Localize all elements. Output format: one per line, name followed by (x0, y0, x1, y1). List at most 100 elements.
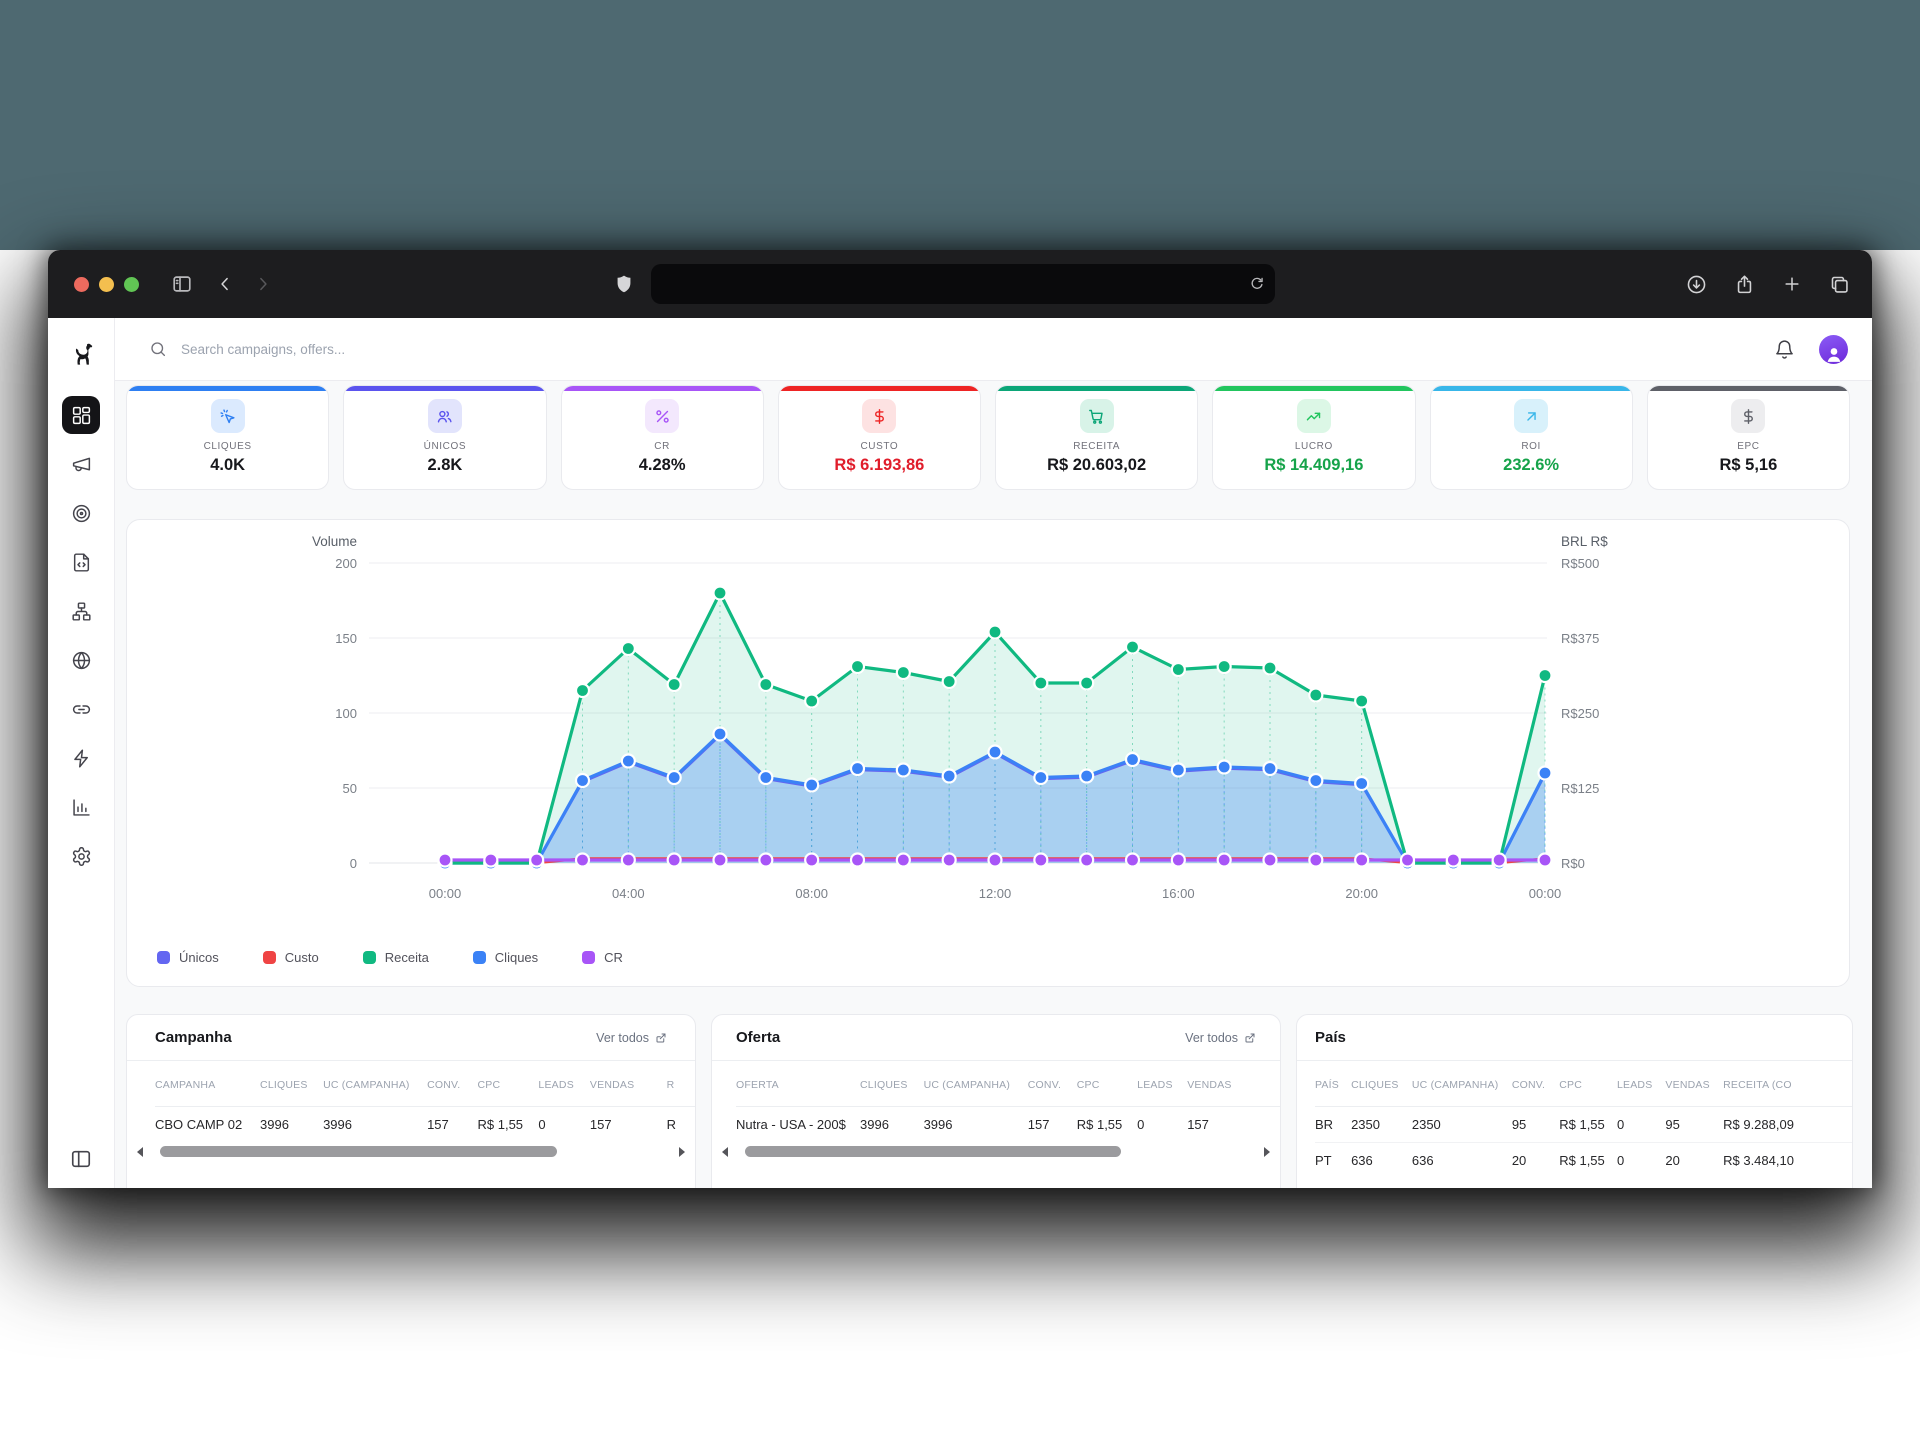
scrollbar-thumb[interactable] (160, 1146, 557, 1157)
search-input[interactable]: Search campaigns, offers... (149, 340, 1774, 358)
kpi-accent-bar (996, 386, 1197, 391)
svg-text:08:00: 08:00 (795, 886, 828, 901)
sidebar-item-offers[interactable] (62, 494, 100, 532)
table-card-oferta: OfertaVer todosOFERTACLIQUESUC (CAMPANHA… (711, 1014, 1281, 1188)
kpi-card-roi: ROI232.6% (1430, 385, 1633, 490)
horizontal-scrollbar[interactable] (127, 1142, 695, 1157)
sidebar-item-flows[interactable] (62, 592, 100, 630)
forward-icon[interactable] (253, 274, 273, 294)
svg-text:R$125: R$125 (1561, 781, 1599, 796)
download-icon[interactable] (1686, 274, 1707, 295)
column-header: CONV. (427, 1061, 477, 1107)
scrollbar-track[interactable] (735, 1146, 1257, 1157)
bell-icon[interactable] (1774, 339, 1795, 360)
scroll-right-arrow[interactable] (679, 1147, 685, 1157)
chart-card: 0R$050R$125100R$250150R$375200R$500Volum… (126, 519, 1850, 987)
url-bar[interactable] (651, 264, 1275, 304)
svg-text:00:00: 00:00 (1529, 886, 1562, 901)
legend-item-receita[interactable]: Receita (363, 950, 429, 965)
legend-label: Únicos (179, 950, 219, 965)
column-header: CLIQUES (260, 1061, 323, 1107)
kpi-value: R$ 20.603,02 (1047, 456, 1146, 475)
sidebar-item-automation[interactable] (62, 739, 100, 777)
sidebar-toggle-icon[interactable] (171, 273, 193, 295)
avatar[interactable] (1819, 335, 1848, 364)
chart-legend: Únicos Custo Receita Cliques CR (157, 950, 623, 965)
column-header: CONV. (1512, 1061, 1559, 1107)
table-cell: BR (1315, 1107, 1351, 1143)
table-row[interactable]: PT63663620R$ 1,55020R$ 3.484,10 (1315, 1143, 1852, 1179)
svg-text:R$375: R$375 (1561, 631, 1599, 646)
sidebar-item-dashboard[interactable] (62, 396, 100, 434)
sidebar-item-reports[interactable] (62, 788, 100, 826)
table-cell: 0 (1617, 1107, 1665, 1143)
dashboard-content: CLIQUES4.0KÚNICOS2.8KCR4.28%CUSTOR$ 6.19… (115, 381, 1872, 1188)
zoom-button[interactable] (124, 277, 139, 292)
sidebar-collapse-button[interactable] (48, 1148, 114, 1170)
scroll-right-arrow[interactable] (1264, 1147, 1270, 1157)
table-row[interactable]: BR2350235095R$ 1,55095R$ 9.288,09 (1315, 1107, 1852, 1143)
main-column: Search campaigns, offers... CLIQUES4.0KÚ… (115, 318, 1872, 1188)
dollar-icon (1731, 399, 1765, 433)
table-cell: 95 (1665, 1107, 1723, 1143)
ver-todos-link[interactable]: Ver todos (596, 1031, 667, 1045)
arrow-up-right-icon (1514, 399, 1548, 433)
kpi-accent-bar (1648, 386, 1849, 391)
minimize-button[interactable] (99, 277, 114, 292)
data-table-campanha: CAMPANHACLIQUESUC (CAMPANHA)CONV.CPCLEAD… (155, 1061, 695, 1142)
kpi-value: R$ 14.409,16 (1264, 456, 1363, 475)
column-header: UC (CAMPANHA) (924, 1061, 1028, 1107)
dollar-icon (862, 399, 896, 433)
scrollbar-track[interactable] (150, 1146, 672, 1157)
kpi-label: CR (654, 441, 670, 452)
svg-text:100: 100 (335, 706, 357, 721)
shield-icon[interactable] (613, 273, 635, 295)
column-header: VENDAS (1665, 1061, 1723, 1107)
sidebar-item-links[interactable] (62, 690, 100, 728)
share-icon[interactable] (1734, 274, 1755, 295)
kpi-accent-bar (779, 386, 980, 391)
ver-todos-link[interactable]: Ver todos (1185, 1031, 1256, 1045)
browser-titlebar (48, 250, 1872, 318)
sidebar-item-campaigns[interactable] (62, 445, 100, 483)
reload-icon[interactable] (1249, 276, 1265, 292)
table-title: Oferta (736, 1029, 780, 1046)
column-header: CPC (1559, 1061, 1617, 1107)
legend-item-únicos[interactable]: Únicos (157, 950, 219, 965)
kpi-card-lucro: LUCROR$ 14.409,16 (1212, 385, 1415, 490)
tabs-icon[interactable] (1829, 274, 1850, 295)
scroll-left-arrow[interactable] (137, 1147, 143, 1157)
scroll-left-arrow[interactable] (722, 1147, 728, 1157)
close-button[interactable] (74, 277, 89, 292)
new-tab-icon[interactable] (1782, 274, 1802, 294)
kpi-card-epc: EPCR$ 5,16 (1647, 385, 1850, 490)
horizontal-scrollbar[interactable] (712, 1142, 1280, 1157)
legend-item-cliques[interactable]: Cliques (473, 950, 538, 965)
back-icon[interactable] (215, 274, 235, 294)
kpi-card-únicos: ÚNICOS2.8K (343, 385, 546, 490)
sidebar-item-landers[interactable] (62, 543, 100, 581)
table-row[interactable]: CBO CAMP 0239963996157R$ 1,550157R (155, 1107, 695, 1143)
svg-text:Volume: Volume (312, 534, 357, 549)
kpi-card-custo: CUSTOR$ 6.193,86 (778, 385, 981, 490)
kpi-row: CLIQUES4.0KÚNICOS2.8KCR4.28%CUSTOR$ 6.19… (126, 385, 1850, 490)
legend-item-cr[interactable]: CR (582, 950, 623, 965)
column-header: CLIQUES (1351, 1061, 1412, 1107)
users-icon (428, 399, 462, 433)
kpi-accent-bar (562, 386, 763, 391)
column-header: CLIQUES (860, 1061, 924, 1107)
dog-logo-icon[interactable] (68, 334, 95, 374)
svg-text:00:00: 00:00 (429, 886, 462, 901)
table-cell: R$ 1,55 (478, 1107, 539, 1143)
svg-text:50: 50 (343, 781, 357, 796)
table-title: Campanha (155, 1029, 232, 1046)
sidebar-item-domains[interactable] (62, 641, 100, 679)
table-row[interactable]: Nutra - USA - 200$39963996157R$ 1,550157 (736, 1107, 1280, 1143)
table-cell: CBO CAMP 02 (155, 1107, 260, 1143)
scrollbar-thumb[interactable] (745, 1146, 1121, 1157)
svg-text:200: 200 (335, 556, 357, 571)
table-cell: 3996 (924, 1107, 1028, 1143)
legend-swatch (582, 951, 595, 964)
sidebar-item-settings[interactable] (62, 837, 100, 875)
legend-item-custo[interactable]: Custo (263, 950, 319, 965)
